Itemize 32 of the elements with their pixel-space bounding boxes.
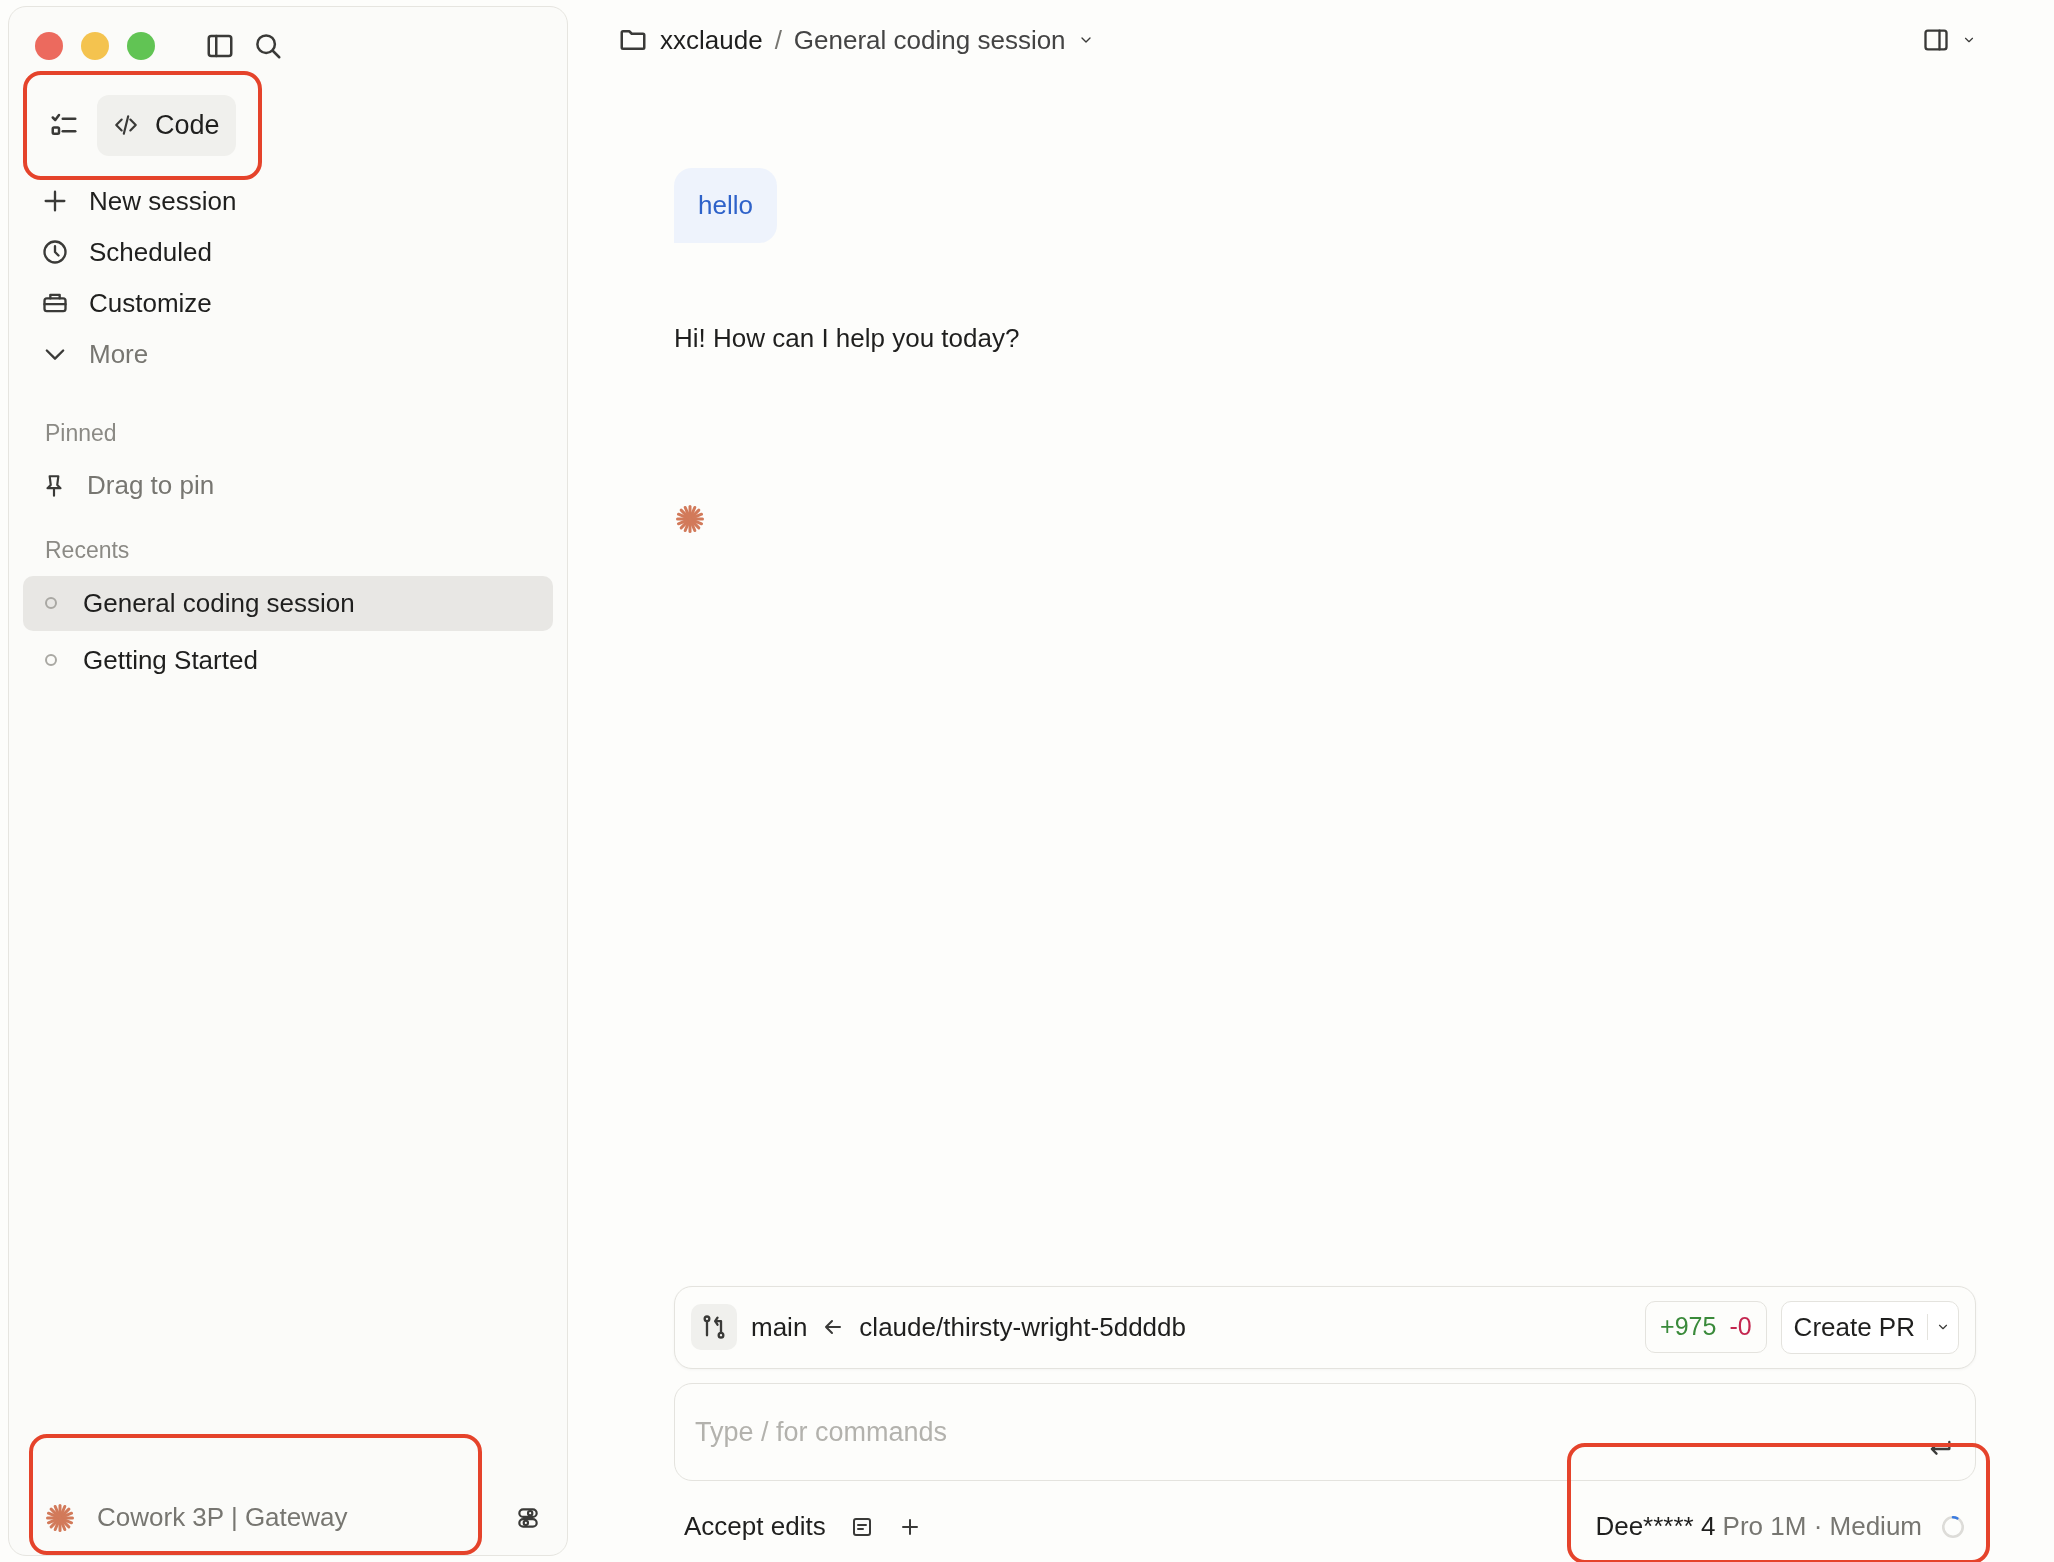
- sidebar-hint: Drag to pin: [23, 460, 553, 511]
- section-heading: Recents: [44, 536, 131, 565]
- section-heading: Pinned: [44, 418, 118, 448]
- session-item[interactable]: Getting Started: [23, 632, 553, 688]
- sparkle-icon: [675, 504, 705, 534]
- user-message: hello: [674, 168, 777, 243]
- git-compare-icon: [691, 1304, 737, 1350]
- session-title[interactable]: General coding session: [793, 20, 1066, 60]
- deletions-count: -0: [1729, 1311, 1752, 1343]
- sidebar-item[interactable]: Scheduled: [23, 226, 553, 278]
- base-branch: main: [751, 1310, 808, 1344]
- sidebar-item[interactable]: New session: [23, 175, 553, 227]
- status-dot-icon: [45, 597, 57, 609]
- model-selector[interactable]: Dee***** 4 Pro 1M · Medium: [1595, 1507, 1922, 1546]
- folder-name[interactable]: xxclaude: [660, 20, 763, 60]
- sidebar-item[interactable]: More: [23, 328, 553, 380]
- path-separator: /: [774, 23, 782, 57]
- session-item[interactable]: General coding session: [23, 575, 553, 631]
- close-button[interactable]: [35, 32, 63, 60]
- assistant-message: Hi! How can I help you today?: [674, 322, 1021, 355]
- permission-mode[interactable]: Accept edits: [684, 1507, 826, 1546]
- footer-label: Cowork 3P | Gateway: [97, 1501, 348, 1534]
- search-icon[interactable]: [253, 31, 283, 61]
- spinner-icon: [1940, 1513, 1966, 1540]
- code-tab[interactable]: Code: [97, 95, 236, 156]
- sidebar-item[interactable]: Customize: [23, 277, 553, 329]
- sparkle-icon: [45, 1502, 75, 1533]
- message-input[interactable]: Type / for commands: [674, 1382, 1976, 1481]
- head-branch: claude/thirsty-wright-5ddddb: [859, 1310, 1186, 1344]
- additions-count: +975: [1660, 1311, 1717, 1343]
- clock-icon: [41, 238, 69, 266]
- status-dot-icon: [45, 654, 57, 666]
